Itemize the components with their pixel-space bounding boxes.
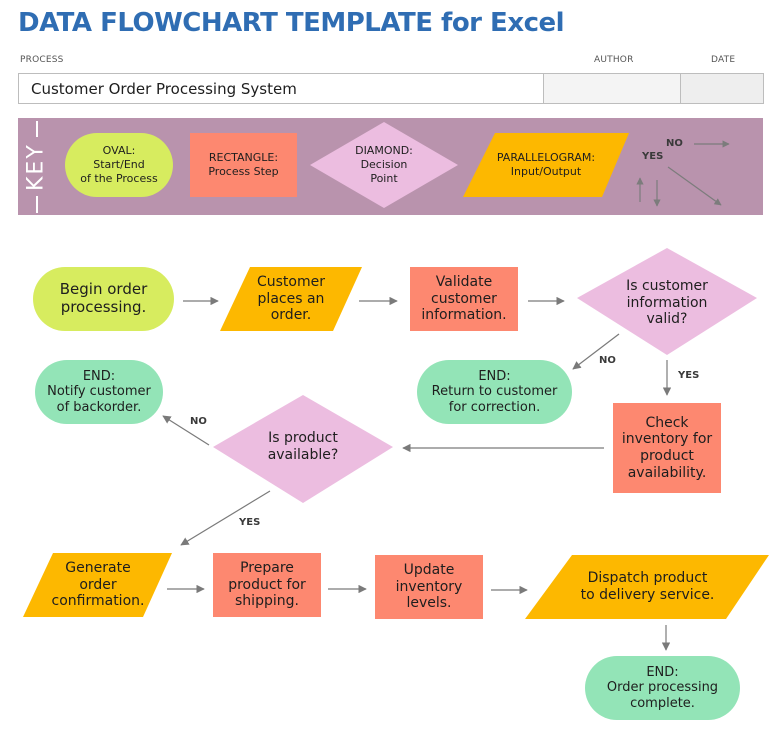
key-arrow-diagonal [667, 166, 722, 206]
key-no-label: NO [666, 138, 683, 149]
end-return-label: END: Return to customer for correction. [431, 369, 558, 415]
is-valid-label: Is customer information valid? [626, 278, 708, 328]
key-heading: KEY [23, 143, 49, 192]
update-inventory-label: Update inventory levels. [395, 562, 463, 612]
key-oval-label: OVAL: Start/End of the Process [80, 144, 158, 185]
key-yes-label: YES [642, 151, 664, 162]
check-inventory-label: Check inventory for product availability… [621, 414, 713, 481]
valid-yes-label: YES [678, 370, 700, 381]
is-available-label: Is product available? [267, 430, 339, 463]
validate-label: Validate customer information. [421, 274, 507, 324]
generate-confirmation-label: Generate order confirmation. [51, 560, 145, 610]
key-parallelogram-label: PARALLELOGRAM: Input/Output [496, 151, 596, 178]
key-diamond-label: DIAMOND: Decision Point [355, 144, 413, 185]
customer-places-order-label: Customer places an order. [256, 274, 325, 324]
key-rectangle-label: RECTANGLE: Process Step [208, 151, 279, 178]
valid-no-label: NO [599, 355, 616, 366]
begin-label: Begin order processing. [59, 280, 148, 316]
available-no-label: NO [190, 416, 207, 427]
end-backorder-label: END: Notify customer of backorder. [47, 369, 151, 415]
end-complete-label: END: Order processing complete. [606, 665, 719, 711]
available-yes-label: YES [239, 517, 261, 528]
dispatch-label: Dispatch product to delivery service. [580, 570, 715, 603]
prepare-shipping-label: Prepare product for shipping. [228, 560, 306, 610]
